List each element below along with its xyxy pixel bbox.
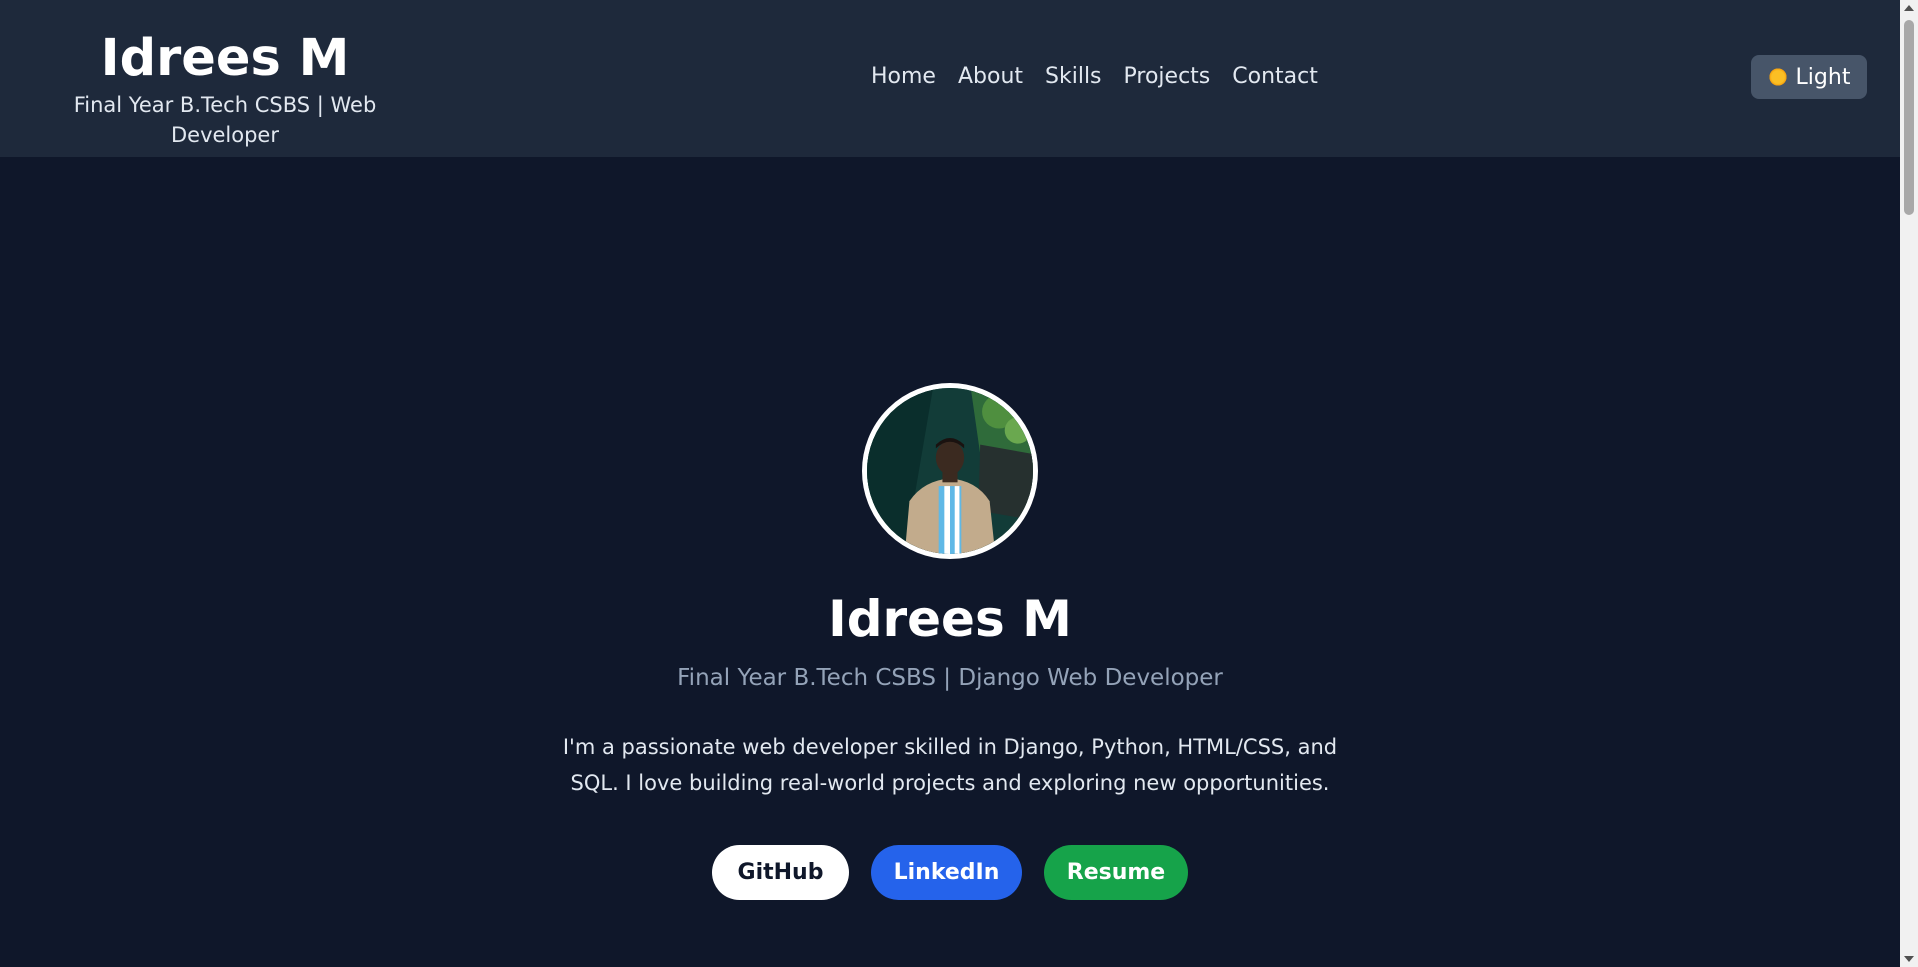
- page: Idrees M Final Year B.Tech CSBS | Web De…: [0, 0, 1918, 967]
- nav-contact[interactable]: Contact: [1232, 62, 1318, 92]
- main-nav: Home About Skills Projects Contact: [871, 62, 1318, 92]
- hero-name: Idrees M: [828, 590, 1072, 648]
- hero-description: I'm a passionate web developer skilled i…: [562, 735, 1338, 795]
- vertical-scrollbar[interactable]: [1900, 0, 1918, 967]
- scrollbar-thumb[interactable]: [1904, 20, 1914, 215]
- theme-toggle-label: Light: [1795, 64, 1851, 90]
- scroll-down-icon[interactable]: [1904, 956, 1914, 962]
- hero-section: Idrees M Final Year B.Tech CSBS | Django…: [0, 157, 1900, 967]
- brand-tagline: Final Year B.Tech CSBS | Web Developer: [73, 93, 377, 147]
- github-button[interactable]: GitHub: [712, 845, 849, 900]
- brand: Idrees M Final Year B.Tech CSBS | Web De…: [30, 30, 420, 150]
- social-buttons: GitHub LinkedIn Resume: [0, 845, 1900, 900]
- resume-button[interactable]: Resume: [1044, 845, 1188, 900]
- nav-projects[interactable]: Projects: [1124, 62, 1211, 92]
- profile-photo: [867, 388, 1033, 554]
- nav-about[interactable]: About: [958, 62, 1023, 92]
- scroll-up-icon[interactable]: [1904, 5, 1914, 11]
- nav-home[interactable]: Home: [871, 62, 936, 92]
- avatar: [862, 383, 1038, 559]
- nav-skills[interactable]: Skills: [1045, 62, 1102, 92]
- brand-name[interactable]: Idrees M: [30, 30, 420, 88]
- theme-toggle-button[interactable]: Light: [1751, 55, 1867, 99]
- site-header: Idrees M Final Year B.Tech CSBS | Web De…: [0, 0, 1900, 157]
- linkedin-button[interactable]: LinkedIn: [871, 845, 1022, 900]
- sun-icon: [1767, 67, 1788, 87]
- hero-subtitle: Final Year B.Tech CSBS | Django Web Deve…: [677, 665, 1223, 691]
